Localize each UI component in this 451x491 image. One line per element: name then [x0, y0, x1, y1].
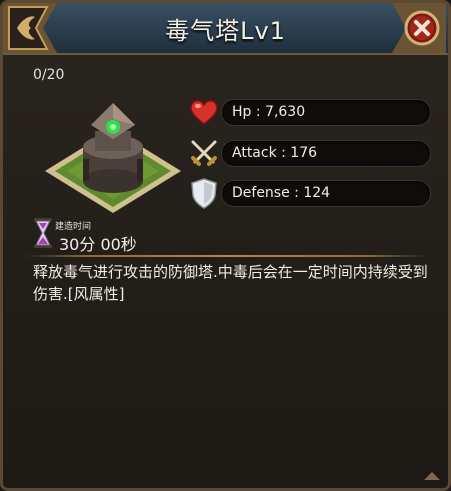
scroll-grip-icon — [424, 472, 440, 480]
window-title: 毒气塔Lv1 — [165, 17, 286, 45]
title-bar: 毒气塔Lv1 — [3, 3, 448, 55]
stat-row-defense: Defense : 124 — [187, 176, 433, 210]
close-button[interactable] — [392, 3, 446, 53]
stat-bar: Defense : 124 — [221, 180, 431, 207]
stat-hp-label: Hp : 7,630 — [232, 104, 306, 120]
stat-row-hp: Hp : 7,630 — [187, 95, 433, 129]
build-time-value: 30分 00秒 — [59, 235, 137, 254]
crossed-swords-icon — [191, 140, 217, 166]
stat-bar: Attack : 176 — [221, 140, 431, 167]
divider — [25, 255, 429, 257]
stat-bar: Hp : 7,630 — [221, 99, 431, 126]
hourglass-icon — [34, 218, 52, 248]
tower-description: 释放毒气进行攻击的防御塔.中毒后会在一定时间内持续受到伤害.[风属性] — [33, 263, 428, 303]
poison-tower-image — [45, 103, 181, 213]
stat-attack-label: Attack : 176 — [232, 145, 318, 161]
stat-defense-label: Defense : 124 — [232, 185, 331, 201]
shield-icon — [191, 178, 217, 209]
stat-row-attack: Attack : 176 — [187, 136, 433, 170]
tower-info-panel: 毒气塔Lv1 0/20 Hp : 7,630 Attack: 176 Defe… — [0, 0, 451, 491]
building-count: 0/20 — [33, 67, 65, 83]
heart-icon — [190, 100, 218, 125]
